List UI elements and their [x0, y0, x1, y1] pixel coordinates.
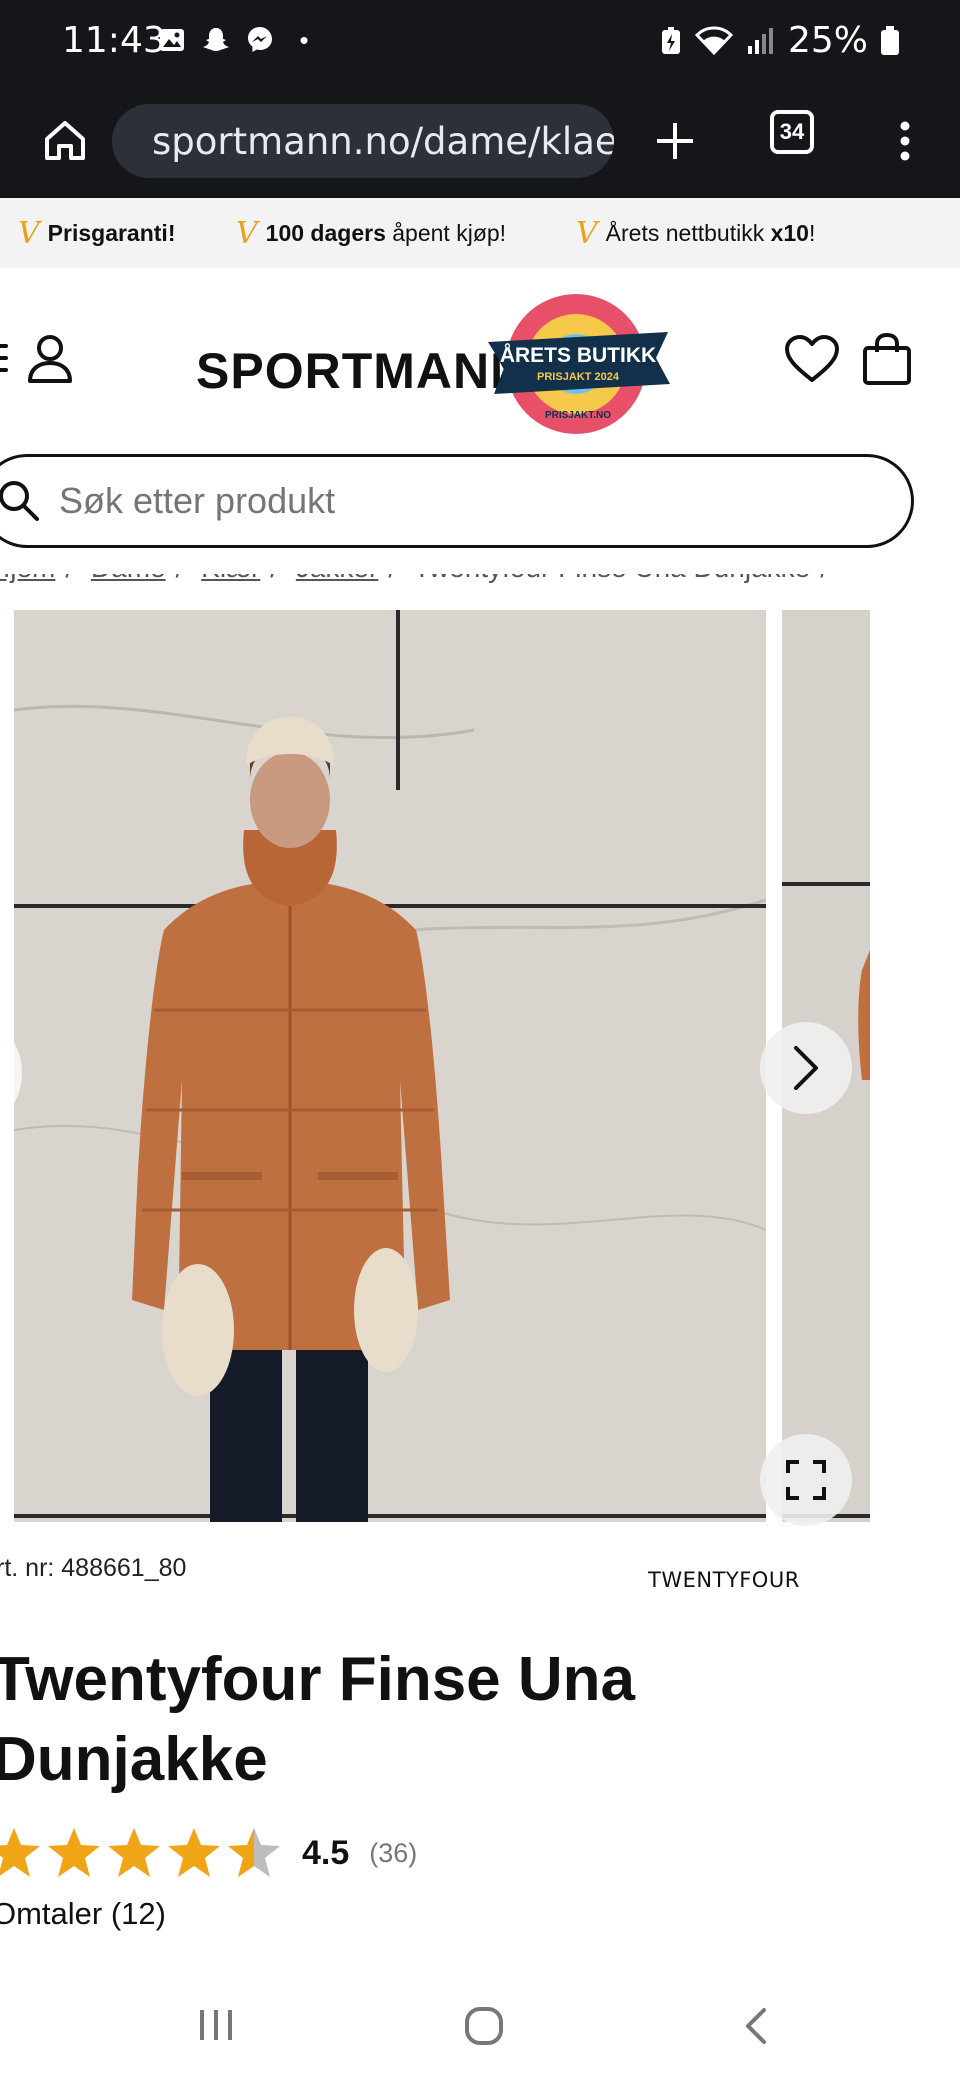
- check-v-icon: V: [18, 216, 40, 251]
- product-photo-illustration: [14, 610, 766, 1522]
- usp-store-award: V Årets nettbutikk x10 !: [576, 216, 815, 251]
- brand-logo[interactable]: TWENTYFOUR: [648, 1568, 800, 1592]
- search-input[interactable]: [59, 480, 759, 522]
- star-icon: [48, 1828, 100, 1877]
- cart-button[interactable]: [862, 332, 912, 391]
- next-image-button[interactable]: [760, 1022, 852, 1114]
- address-bar[interactable]: sportmann.no/dame/klaer/jakker: [112, 104, 614, 178]
- usp-strip: V Prisgaranti! V 100 dagers åpent kjøp! …: [0, 198, 960, 268]
- recent-apps-icon: [200, 2010, 232, 2040]
- menu-button[interactable]: [0, 344, 8, 374]
- rating-value: 4.5: [302, 1833, 350, 1872]
- usp-open-purchase: V 100 dagers åpent kjøp!: [236, 216, 506, 251]
- usp-text: åpent kjøp!: [385, 220, 507, 246]
- usp-text-bold: 100 dagers: [265, 220, 386, 246]
- site-header: SPORTMANN ÅRETS BUTIKK PRISJAKT 2024 PRI…: [0, 268, 960, 448]
- usp-text-bold: x10: [770, 220, 809, 246]
- home-icon: [45, 121, 85, 160]
- wifi-icon: [694, 25, 734, 55]
- browser-home-button[interactable]: [30, 106, 100, 176]
- notification-icons: •: [156, 24, 320, 56]
- shopping-bag-icon: [863, 332, 911, 385]
- star-icon: [108, 1828, 160, 1877]
- fullscreen-button[interactable]: [760, 1434, 852, 1526]
- star-icon: [0, 1828, 40, 1877]
- image-icon: [156, 24, 188, 56]
- snapchat-icon: [200, 24, 232, 56]
- url-text: sportmann.no/dame/klaer/jakker: [152, 119, 614, 163]
- badge-subtitle: PRISJAKT 2024: [537, 371, 620, 383]
- product-title: Twentyfour Finse Una Dunjakke: [0, 1645, 636, 1794]
- article-number: rt. nr: 488661_80: [0, 1554, 187, 1582]
- system-home-button[interactable]: [464, 2006, 504, 2051]
- status-right: 25%: [660, 20, 900, 61]
- wishlist-button[interactable]: [784, 334, 840, 389]
- status-bar: 11:43 • 25%: [0, 0, 960, 84]
- check-v-icon: V: [236, 216, 258, 251]
- user-icon: [28, 335, 72, 383]
- more-vert-icon: [900, 121, 910, 161]
- chevron-right-icon: [794, 1046, 818, 1090]
- browser-toolbar: sportmann.no/dame/klaer/jakker 34: [0, 84, 960, 198]
- android-nav-bar: [0, 1976, 960, 2080]
- battery-percent: 25%: [787, 20, 868, 61]
- account-button[interactable]: [26, 334, 74, 389]
- breadcrumb-overlap-mask: [0, 552, 960, 574]
- product-rating[interactable]: 4.5 (36): [0, 1826, 417, 1880]
- home-circle-icon: [465, 2007, 503, 2045]
- star-half-icon: [228, 1828, 280, 1877]
- status-dot: •: [299, 24, 309, 55]
- battery-icon: [881, 25, 899, 55]
- messenger-icon: [244, 24, 276, 56]
- site-logo[interactable]: SPORTMANN: [196, 342, 527, 400]
- heart-icon: [785, 335, 839, 382]
- product-gallery: [0, 610, 960, 1526]
- usp-text: Årets nettbutikk: [605, 220, 771, 246]
- status-time: 11:43: [62, 20, 166, 61]
- usp-text: Prisgaranti!: [47, 220, 176, 246]
- star-icon: [168, 1828, 220, 1877]
- product-image[interactable]: [14, 610, 766, 1522]
- search-bar[interactable]: [0, 454, 914, 548]
- award-badge: ÅRETS BUTIKK PRISJAKT 2024 PRISJAKT.NO: [488, 294, 670, 434]
- check-v-icon: V: [576, 216, 598, 251]
- recent-apps-button[interactable]: [196, 2006, 236, 2049]
- reviews-link[interactable]: Omtaler (12): [0, 1896, 166, 1932]
- usp-price-guarantee: V Prisgaranti!: [18, 216, 176, 251]
- browser-menu-button[interactable]: [880, 106, 930, 176]
- battery-saver-icon: [661, 26, 680, 54]
- badge-title: ÅRETS BUTIKK: [500, 343, 656, 367]
- tab-switcher-button[interactable]: 34: [770, 110, 814, 154]
- usp-text-end: !: [808, 220, 816, 246]
- rating-stars: [0, 1826, 282, 1880]
- badge-site: PRISJAKT.NO: [545, 410, 611, 421]
- back-icon: [746, 2008, 766, 2044]
- plus-icon: [657, 123, 693, 159]
- signal-icon: [747, 27, 773, 54]
- rating-count: (36): [369, 1837, 418, 1868]
- new-tab-button[interactable]: [640, 106, 710, 176]
- search-icon: [0, 481, 39, 521]
- fullscreen-icon: [786, 1460, 826, 1500]
- system-back-button[interactable]: [740, 2006, 770, 2051]
